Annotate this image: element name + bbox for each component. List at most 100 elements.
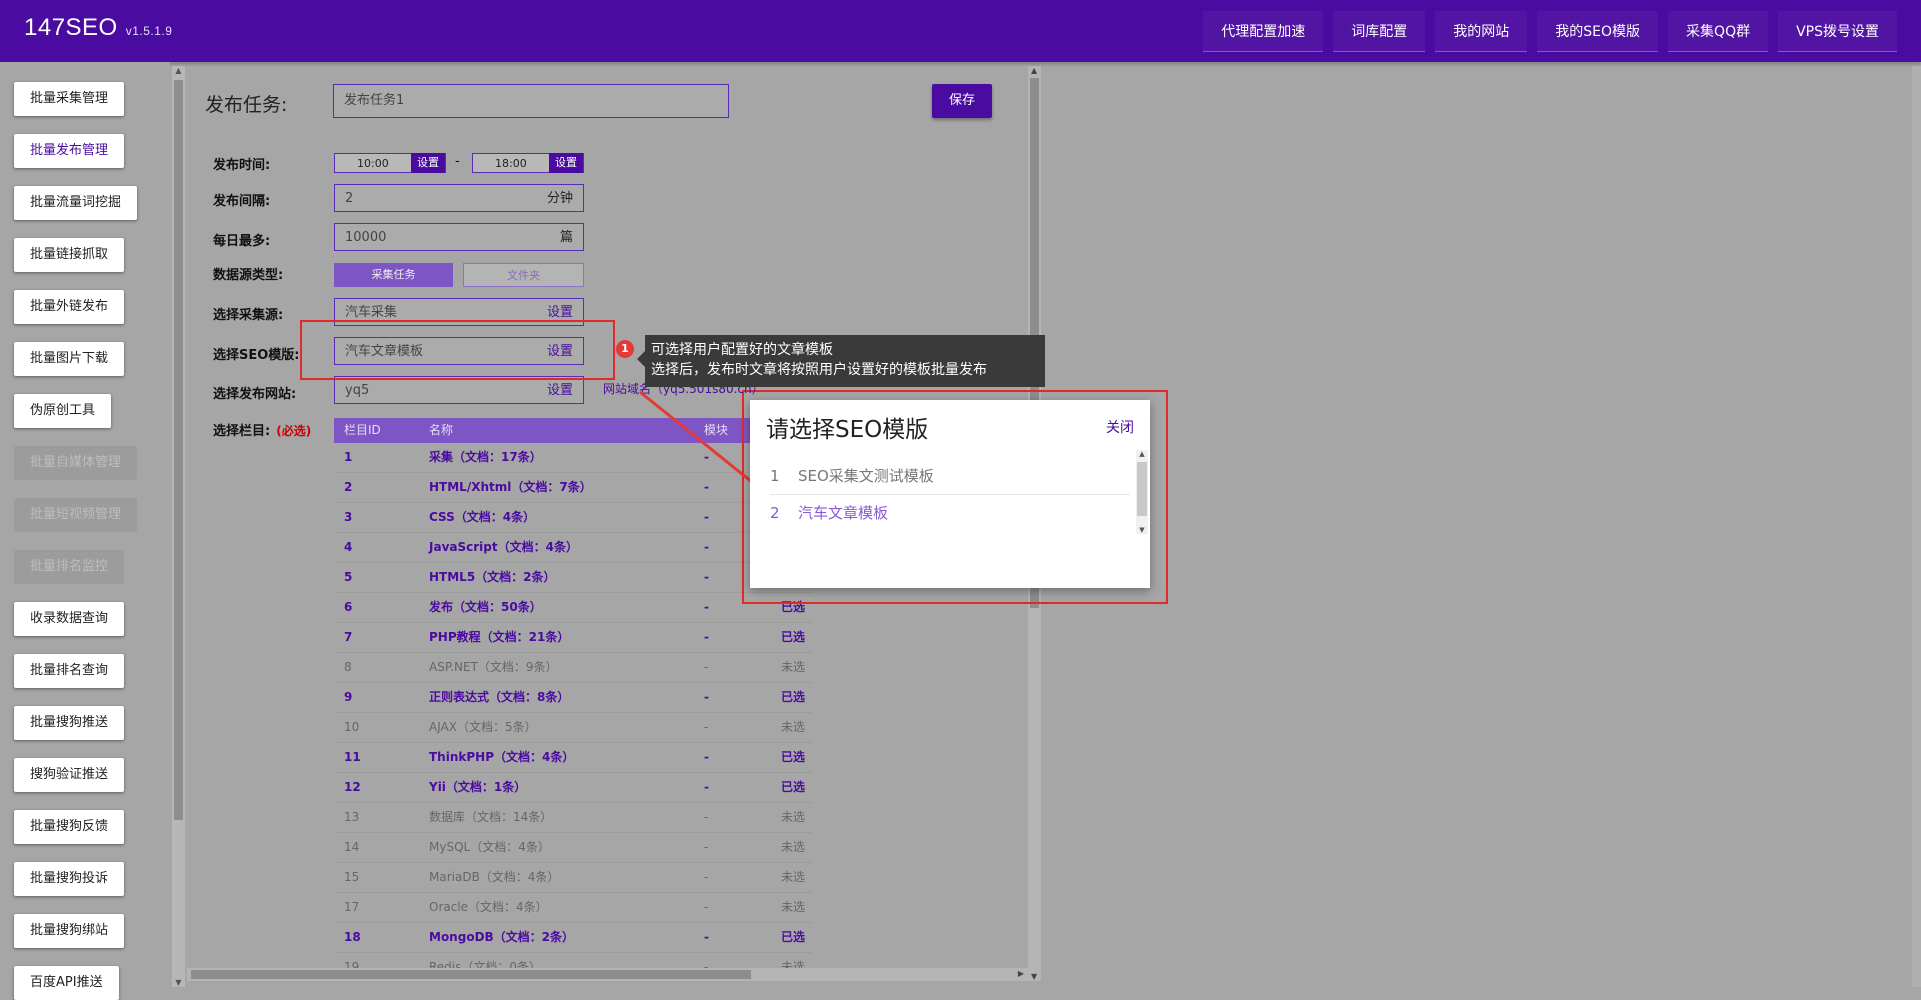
interval-label: 发布间隔: xyxy=(213,194,271,209)
sidebar-item-4[interactable]: 批量链接抓取 xyxy=(14,238,125,272)
sidebar-item-13[interactable]: 批量搜狗推送 xyxy=(14,706,125,740)
sidebar-item-5[interactable]: 批量外链发布 xyxy=(14,290,125,324)
row-status[interactable]: 已选 xyxy=(781,923,805,952)
modal-close-button[interactable]: 关闭 xyxy=(1106,417,1134,437)
task-name-value: 发布任务1 xyxy=(344,93,405,108)
sidebar-item-11[interactable]: 收录数据查询 xyxy=(14,602,125,636)
row-name: AJAX（文档：5条） xyxy=(429,720,537,734)
table-row[interactable]: 7 PHP教程（文档：21条） - 已选 xyxy=(334,623,812,653)
sidebar-item-3[interactable]: 批量流量词挖掘 xyxy=(14,186,138,220)
table-row[interactable]: 17 Oracle（文档：4条） - 未选 xyxy=(334,893,812,923)
table-row[interactable]: 10 AJAX（文档：5条） - 未选 xyxy=(334,713,812,743)
modal-scroll-thumb[interactable] xyxy=(1137,462,1147,516)
nav-qq-group[interactable]: 采集QQ群 xyxy=(1668,10,1769,52)
modal-scrollbar[interactable]: ▲ ▼ xyxy=(1136,450,1148,534)
sidebar-scroll-thumb[interactable] xyxy=(174,80,183,820)
sidebar-item-1[interactable]: 批量采集管理 xyxy=(14,82,125,116)
publish-site-set-link[interactable]: 设置 xyxy=(547,377,573,405)
row-id: 2 xyxy=(344,480,353,494)
modal-item-1[interactable]: 1 SEO采集文测试模板 xyxy=(770,458,1130,495)
sidebar-item-15[interactable]: 批量搜狗反馈 xyxy=(14,810,125,844)
annotation-tooltip: 可选择用户配置好的文章模板 选择后，发布时文章将按照用户设置好的模板批量发布 xyxy=(645,335,1045,387)
modal-title: 请选择SEO模版 xyxy=(766,417,929,443)
row-status[interactable]: 未选 xyxy=(781,713,805,742)
table-header: 栏目ID 名称 模块 xyxy=(334,418,812,443)
page-scrollbar[interactable] xyxy=(1912,66,1921,987)
row-status[interactable]: 未选 xyxy=(781,893,805,922)
modal-item-2[interactable]: 2 汽车文章模板 xyxy=(770,495,1130,531)
scroll-up-arrow-icon[interactable]: ▲ xyxy=(172,66,185,75)
seo-template-label: 选择SEO模版: xyxy=(213,348,300,363)
sidebar-item-6[interactable]: 批量图片下载 xyxy=(14,342,125,376)
scroll-up-arrow-icon[interactable]: ▲ xyxy=(1136,450,1148,458)
source-type-collect-task[interactable]: 采集任务 xyxy=(334,263,453,287)
nav-my-seo-templates[interactable]: 我的SEO模版 xyxy=(1537,10,1659,52)
row-module: - xyxy=(704,660,709,674)
time-end-field[interactable]: 18:00 设置 xyxy=(472,153,584,173)
time-start-field[interactable]: 10:00 设置 xyxy=(334,153,446,173)
tooltip-line-1: 可选择用户配置好的文章模板 xyxy=(651,342,833,358)
modal-item-1-num: 1 xyxy=(770,467,780,485)
time-start-set-button[interactable]: 设置 xyxy=(411,153,445,173)
row-status[interactable]: 已选 xyxy=(781,743,805,772)
table-row[interactable]: 9 正则表达式（文档：8条） - 已选 xyxy=(334,683,812,713)
sidebar-item-9: 批量短视频管理 xyxy=(14,498,138,532)
row-status[interactable]: 已选 xyxy=(781,623,805,652)
sidebar-item-12[interactable]: 批量排名查询 xyxy=(14,654,125,688)
panel-horizontal-scrollbar[interactable]: ▶ xyxy=(187,968,1028,981)
row-id: 5 xyxy=(344,570,353,584)
sidebar-item-2[interactable]: 批量发布管理 xyxy=(14,134,125,168)
nav-my-sites[interactable]: 我的网站 xyxy=(1435,10,1528,52)
table-row[interactable]: 13 数据库（文档：14条） - 未选 xyxy=(334,803,812,833)
table-row[interactable]: 18 MongoDB（文档：2条） - 已选 xyxy=(334,923,812,953)
sidebar-item-18[interactable]: 百度API推送 xyxy=(14,966,119,1000)
daily-max-input[interactable]: 10000 篇 xyxy=(334,223,584,251)
column-label: 选择栏目: (必选) xyxy=(213,420,311,439)
table-body: 1 采集（文档：17条） - 已选 2 HTML/Xhtml（文档：7条） - 已选 3 CSS（… xyxy=(334,443,812,981)
row-status[interactable]: 未选 xyxy=(781,833,805,862)
scroll-up-arrow-icon[interactable]: ▲ xyxy=(1031,66,1037,75)
source-type-folder[interactable]: 文件夹 xyxy=(463,263,584,287)
sidebar-item-7[interactable]: 伪原创工具 xyxy=(14,394,112,428)
row-status[interactable]: 已选 xyxy=(781,773,805,802)
column-label-text: 选择栏目: xyxy=(213,424,271,439)
task-name-input[interactable]: 发布任务1 xyxy=(333,84,729,118)
publish-site-field[interactable]: yq5 设置 xyxy=(334,376,584,404)
table-row[interactable]: 15 MariaDB（文档：4条） - 未选 xyxy=(334,863,812,893)
header-module: 模块 xyxy=(704,423,729,437)
table-row[interactable]: 2HTML/Xhtml（文档：7条）-已选 xyxy=(334,473,812,503)
nav-lexicon-config[interactable]: 词库配置 xyxy=(1333,10,1426,52)
sidebar-item-16[interactable]: 批量搜狗投诉 xyxy=(14,862,125,896)
highlight-seo-template-field xyxy=(300,320,615,380)
row-status[interactable]: 已选 xyxy=(781,683,805,712)
column-table: 栏目ID 名称 模块 1 采集（文档：17条） - 已选 2 HTML/Xhtml（文档：… xyxy=(334,418,812,981)
nav-proxy-config[interactable]: 代理配置加速 xyxy=(1203,10,1324,52)
scroll-down-arrow-icon[interactable]: ▼ xyxy=(172,978,185,987)
table-row[interactable]: 14 MySQL（文档：4条） - 未选 xyxy=(334,833,812,863)
save-button[interactable]: 保存 xyxy=(932,84,992,118)
row-status[interactable]: 未选 xyxy=(781,653,805,682)
collect-source-label: 选择采集源: xyxy=(213,308,284,323)
sidebar-item-17[interactable]: 批量搜狗绑站 xyxy=(14,914,125,948)
row-module: - xyxy=(704,900,709,914)
panel-hscroll-thumb[interactable] xyxy=(191,970,751,979)
nav-vps-dial[interactable]: VPS拨号设置 xyxy=(1778,10,1897,52)
interval-input[interactable]: 2 分钟 xyxy=(334,184,584,212)
table-row[interactable]: 8 ASP.NET（文档：9条） - 未选 xyxy=(334,653,812,683)
table-row[interactable]: 6 发布（文档：50条） - 已选 xyxy=(334,593,812,623)
table-row[interactable]: 5HTML5（文档：2条）-已选 xyxy=(334,563,812,593)
row-status[interactable]: 未选 xyxy=(781,803,805,832)
row-status[interactable]: 未选 xyxy=(781,863,805,892)
scroll-right-arrow-icon[interactable]: ▶ xyxy=(1018,969,1024,978)
sidebar-scrollbar[interactable]: ▲ ▼ xyxy=(172,66,185,987)
table-row[interactable]: 12 Yii（文档：1条） - 已选 xyxy=(334,773,812,803)
table-row[interactable]: 11 ThinkPHP（文档：4条） - 已选 xyxy=(334,743,812,773)
table-row[interactable]: 1采集（文档：17条）-已选 xyxy=(334,443,812,473)
table-row[interactable]: 3CSS（文档：4条）-已选 xyxy=(334,503,812,533)
sidebar-item-14[interactable]: 搜狗验证推送 xyxy=(14,758,125,792)
row-id: 13 xyxy=(344,810,360,824)
time-end-set-button[interactable]: 设置 xyxy=(549,153,583,173)
scroll-down-arrow-icon[interactable]: ▼ xyxy=(1031,972,1037,981)
table-row[interactable]: 4JavaScript（文档：4条）-已选 xyxy=(334,533,812,563)
scroll-down-arrow-icon[interactable]: ▼ xyxy=(1136,526,1148,534)
